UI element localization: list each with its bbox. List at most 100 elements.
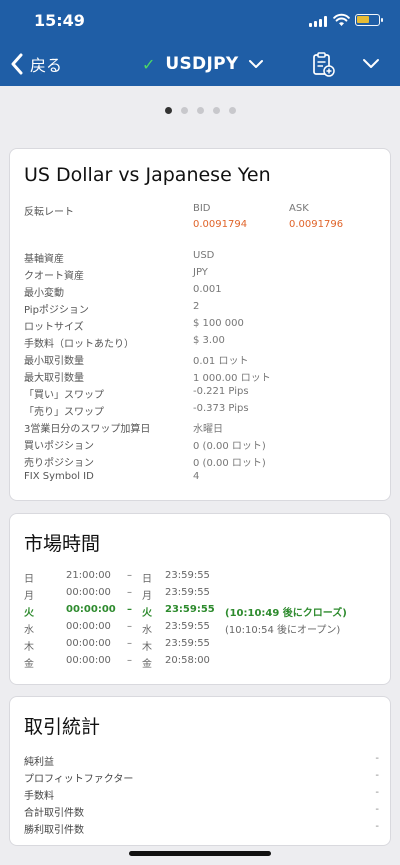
session-row: 木 00:00:00 – 木 23:59:55 (24, 638, 384, 653)
stats-value: - (375, 770, 379, 781)
spec-label: クオート資産 (24, 271, 84, 282)
session-start-day: 木 (24, 642, 34, 653)
spec-value: -0.221 Pips (193, 386, 249, 397)
session-separator: – (127, 621, 132, 632)
status-bar: 15:49 (0, 0, 400, 42)
session-start-day: 金 (24, 659, 34, 670)
checkmark-icon: ✓ (142, 54, 156, 74)
session-end-day: 日 (142, 574, 152, 585)
spec-value: 1 000.00 ロット (193, 373, 271, 384)
wifi-icon (333, 13, 350, 26)
session-start-time: 00:00:00 (66, 587, 111, 598)
ask-label: ASK (289, 203, 309, 214)
clipboard-icon[interactable] (311, 51, 335, 77)
session-row-current: 火 00:00:00 – 火 23:59:55 (10:10:49 後にクローズ… (24, 604, 384, 619)
back-button[interactable]: 戻る (10, 51, 62, 77)
spec-label: Pipポジション (24, 305, 89, 316)
session-separator: – (127, 570, 132, 581)
spec-label: 売りポジション (24, 458, 94, 469)
page-dot[interactable] (212, 107, 220, 114)
stats-value: - (375, 787, 379, 798)
spec-label: 最小取引数量 (24, 356, 84, 367)
stats-label: 手数料 (24, 791, 54, 802)
spec-value: 2 (193, 301, 200, 312)
spec-label: 買いポジション (24, 441, 94, 452)
session-end-time: 23:59:55 (165, 621, 210, 632)
page-dot[interactable] (180, 107, 188, 114)
bid-label: BID (193, 203, 211, 214)
chevron-down-icon (249, 60, 264, 68)
session-end-day: 木 (142, 642, 152, 653)
status-time: 15:49 (34, 11, 85, 30)
trading-stats-card: 取引統計 純利益 - プロフィットファクター - 手数料 - 合計取引件数 - … (9, 696, 391, 846)
stats-label: プロフィットファクター (24, 774, 134, 785)
stats-value: - (375, 753, 379, 764)
session-separator: – (127, 604, 132, 615)
spec-label: 3営業日分のスワップ加算日 (24, 424, 151, 435)
symbol-selector[interactable]: ✓ USDJPY (142, 52, 264, 76)
spec-value: 0.001 (193, 284, 222, 295)
page-dot[interactable] (196, 107, 204, 114)
spec-label: FIX Symbol ID (24, 471, 94, 482)
chevron-left-icon (11, 53, 23, 75)
stats-row: 純利益 - (24, 753, 379, 768)
market-hours-title: 市場時間 (24, 533, 101, 555)
bid-value: 0.0091794 (193, 219, 248, 230)
stats-value: - (375, 821, 379, 832)
page-dot[interactable] (164, 107, 172, 114)
spec-value: JPY (193, 267, 208, 278)
session-start-time: 21:00:00 (66, 570, 111, 581)
session-end-day: 火 (142, 608, 152, 619)
session-separator: – (127, 655, 132, 666)
stats-value: - (375, 804, 379, 815)
cellular-signal-icon (309, 16, 327, 27)
spec-value: USD (193, 250, 215, 261)
session-row: 日 21:00:00 – 日 23:59:55 (24, 570, 384, 585)
session-start-day: 水 (24, 625, 34, 636)
symbol-info-card: US Dollar vs Japanese Yen 反転レート BID ASK … (9, 148, 391, 501)
session-start-time: 00:00:00 (66, 621, 111, 632)
session-end-time: 20:58:00 (165, 655, 210, 666)
spec-label: 「買い」スワップ (24, 390, 104, 401)
back-label: 戻る (30, 56, 63, 75)
ask-value: 0.0091796 (289, 219, 344, 230)
session-end-time: 23:59:55 (165, 638, 210, 649)
session-end-time: 23:59:55 (165, 587, 210, 598)
stats-label: 純利益 (24, 757, 54, 768)
session-start-time: 00:00:00 (66, 655, 111, 666)
session-separator: – (127, 587, 132, 598)
stats-row: 勝利取引件数 - (24, 821, 379, 836)
page-dot[interactable] (228, 107, 236, 114)
session-start-day: 火 (24, 608, 34, 619)
spec-label: 基軸資産 (24, 254, 64, 265)
battery-icon (355, 14, 383, 26)
session-end-time: 23:59:55 (165, 570, 210, 581)
session-end-time: 23:59:55 (165, 604, 215, 615)
spec-value: 0 (0.00 ロット) (193, 441, 266, 452)
trading-stats-title: 取引統計 (24, 716, 101, 738)
session-note: (10:10:54 後にオープン) (225, 625, 341, 636)
stats-row: 手数料 - (24, 787, 379, 802)
spec-value: -0.373 Pips (193, 403, 249, 414)
chevron-down-icon[interactable] (362, 56, 380, 70)
spec-value: 0 (0.00 ロット) (193, 458, 266, 469)
spec-label: 手数料（ロットあたり） (24, 339, 134, 350)
page-indicator[interactable] (0, 107, 400, 114)
session-start-day: 日 (24, 574, 34, 585)
home-indicator[interactable] (129, 851, 271, 856)
rate-label: 反転レート (24, 207, 74, 218)
session-start-day: 月 (24, 591, 34, 602)
spec-value: $ 100 000 (193, 318, 244, 329)
session-note: (10:10:49 後にクローズ) (225, 608, 347, 619)
stats-label: 合計取引件数 (24, 808, 84, 819)
market-hours-card: 市場時間 日 21:00:00 – 日 23:59:55 月 00:00:00 … (9, 513, 391, 685)
session-row: 月 00:00:00 – 月 23:59:55 (24, 587, 384, 602)
spec-value: 水曜日 (193, 424, 223, 435)
spec-value: $ 3.00 (193, 335, 225, 346)
stats-row: プロフィットファクター - (24, 770, 379, 785)
stats-row: 合計取引件数 - (24, 804, 379, 819)
session-separator: – (127, 638, 132, 649)
spec-label: 最小変動 (24, 288, 64, 299)
spec-value: 0.01 ロット (193, 356, 249, 367)
session-end-day: 水 (142, 625, 152, 636)
